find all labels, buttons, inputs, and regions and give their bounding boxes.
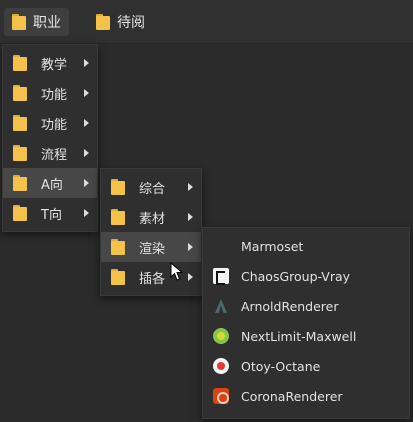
menu-item-gongneng-2[interactable]: 功能: [3, 108, 97, 138]
chevron-right-icon: [188, 213, 193, 221]
chevron-right-icon: [84, 179, 89, 187]
folder-icon: [13, 115, 27, 131]
chevron-right-icon: [84, 59, 89, 67]
folder-icon: [13, 175, 27, 191]
chevron-right-icon: [84, 149, 89, 157]
menu-item-chaosgroup-vray[interactable]: ChaosGroup-Vray: [203, 261, 409, 291]
menu-item-a-xiang[interactable]: A向: [3, 168, 97, 198]
corona-icon: [213, 388, 229, 404]
folder-icon: [13, 55, 27, 71]
menu-item-nextlimit-maxwell[interactable]: NextLimit-Maxwell: [203, 321, 409, 351]
folder-icon: [111, 239, 125, 255]
menu-item-coronarenderer[interactable]: CoronaRenderer: [203, 381, 409, 411]
menu-item-label: Marmoset: [241, 238, 304, 254]
bookmark-label: 职业: [33, 15, 61, 31]
menu-item-liucheng[interactable]: 流程: [3, 138, 97, 168]
bookmarks-bar: 职业 待阅: [0, 0, 413, 44]
menu-item-label: 插各: [139, 271, 166, 287]
chevron-right-icon: [84, 119, 89, 127]
menu-item-label: 素材: [139, 211, 166, 227]
menu-item-label: ArnoldRenderer: [241, 298, 339, 314]
menu-item-label: T向: [41, 207, 62, 223]
folder-icon: [13, 205, 27, 221]
folder-icon: [13, 145, 27, 161]
menu-item-jiaoxue[interactable]: 教学: [3, 48, 97, 78]
menu-item-label: CoronaRenderer: [241, 388, 343, 404]
bookmark-menu-level2: 综合 素材 渲染 插各: [100, 168, 202, 296]
chevron-right-icon: [188, 183, 193, 191]
menu-item-label: NextLimit-Maxwell: [241, 328, 357, 344]
folder-icon: [96, 14, 110, 30]
menu-item-label: 教学: [41, 57, 68, 73]
menu-item-label: 渲染: [139, 241, 166, 257]
menu-item-label: A向: [41, 177, 63, 193]
menu-item-chage[interactable]: 插各: [101, 262, 201, 292]
menu-item-label: 综合: [139, 181, 166, 197]
octane-icon: [213, 358, 229, 374]
menu-item-label: ChaosGroup-Vray: [241, 268, 351, 284]
maxwell-icon: [213, 328, 229, 344]
chaosgroup-icon: [213, 268, 229, 285]
menu-item-marmoset[interactable]: Marmoset: [203, 231, 409, 261]
folder-icon: [111, 179, 125, 195]
chevron-right-icon: [188, 243, 193, 251]
chevron-right-icon: [84, 89, 89, 97]
bookmark-folder-daiyue[interactable]: 待阅: [88, 8, 153, 36]
menu-item-otoy-octane[interactable]: Otoy-Octane: [203, 351, 409, 381]
menu-item-arnoldrenderer[interactable]: ArnoldRenderer: [203, 291, 409, 321]
menu-item-zonghe[interactable]: 综合: [101, 172, 201, 202]
arnold-icon: [213, 298, 229, 314]
chevron-right-icon: [84, 209, 89, 217]
menu-item-label: Otoy-Octane: [241, 358, 321, 374]
mouse-cursor-icon: [170, 262, 184, 281]
folder-icon: [12, 14, 26, 30]
menu-item-t-xiang[interactable]: T向: [3, 198, 97, 228]
menu-item-label: 流程: [41, 147, 68, 163]
menu-item-xuanran[interactable]: 渲染: [101, 232, 201, 262]
chevron-right-icon: [188, 273, 193, 281]
folder-icon: [111, 209, 125, 225]
bookmark-menu-level1: 教学 功能 功能 流程 A向 T向: [2, 44, 98, 232]
folder-icon: [111, 269, 125, 285]
folder-icon: [13, 85, 27, 101]
bookmark-label: 待阅: [117, 15, 145, 31]
bookmark-menu-level3: Marmoset ChaosGroup-Vray ArnoldRenderer …: [202, 227, 410, 419]
menu-item-sucai[interactable]: 素材: [101, 202, 201, 232]
bookmark-folder-zhiye[interactable]: 职业: [4, 8, 69, 36]
marmoset-icon: [213, 238, 229, 254]
menu-item-gongneng-1[interactable]: 功能: [3, 78, 97, 108]
menu-item-label: 功能: [41, 117, 68, 133]
menu-item-label: 功能: [41, 87, 68, 103]
